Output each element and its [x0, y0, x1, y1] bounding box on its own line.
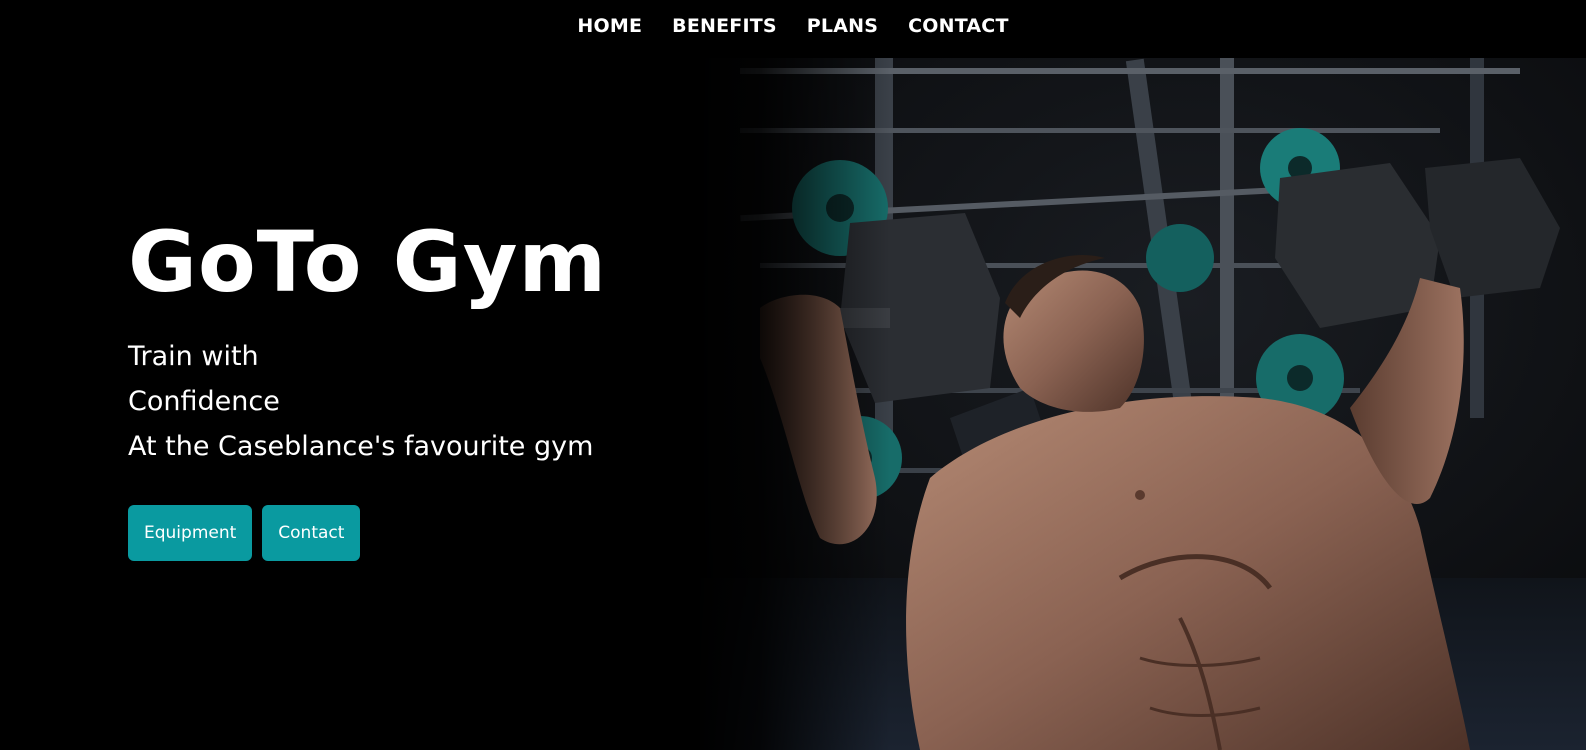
equipment-button[interactable]: Equipment [128, 505, 253, 561]
contact-button[interactable]: Contact [262, 505, 361, 561]
hero-button-row: Equipment Contact [128, 505, 607, 561]
nav-home-link[interactable]: HOME [577, 15, 642, 37]
hero-tagline-line-1: Train with [128, 341, 259, 372]
hero-tagline-line-3: At the Caseblance's favourite gym [128, 431, 594, 462]
top-navigation: HOME BENEFITS PLANS CONTACT [0, 0, 1586, 58]
nav-benefits-link[interactable]: BENEFITS [672, 15, 777, 37]
nav-contact-link[interactable]: CONTACT [908, 15, 1009, 37]
nav-plans-link[interactable]: PLANS [807, 15, 878, 37]
hero-section: GoTo Gym Train with Confidence At the Ca… [128, 220, 607, 561]
hero-title: GoTo Gym [128, 213, 607, 311]
landing-page: HOME BENEFITS PLANS CONTACT GoTo Gym Tra… [0, 0, 1586, 750]
hero-image-fade [690, 58, 890, 750]
hero-tagline-line-2: Confidence [128, 386, 280, 417]
hero-tagline: Train with Confidence At the Caseblance'… [128, 334, 607, 469]
